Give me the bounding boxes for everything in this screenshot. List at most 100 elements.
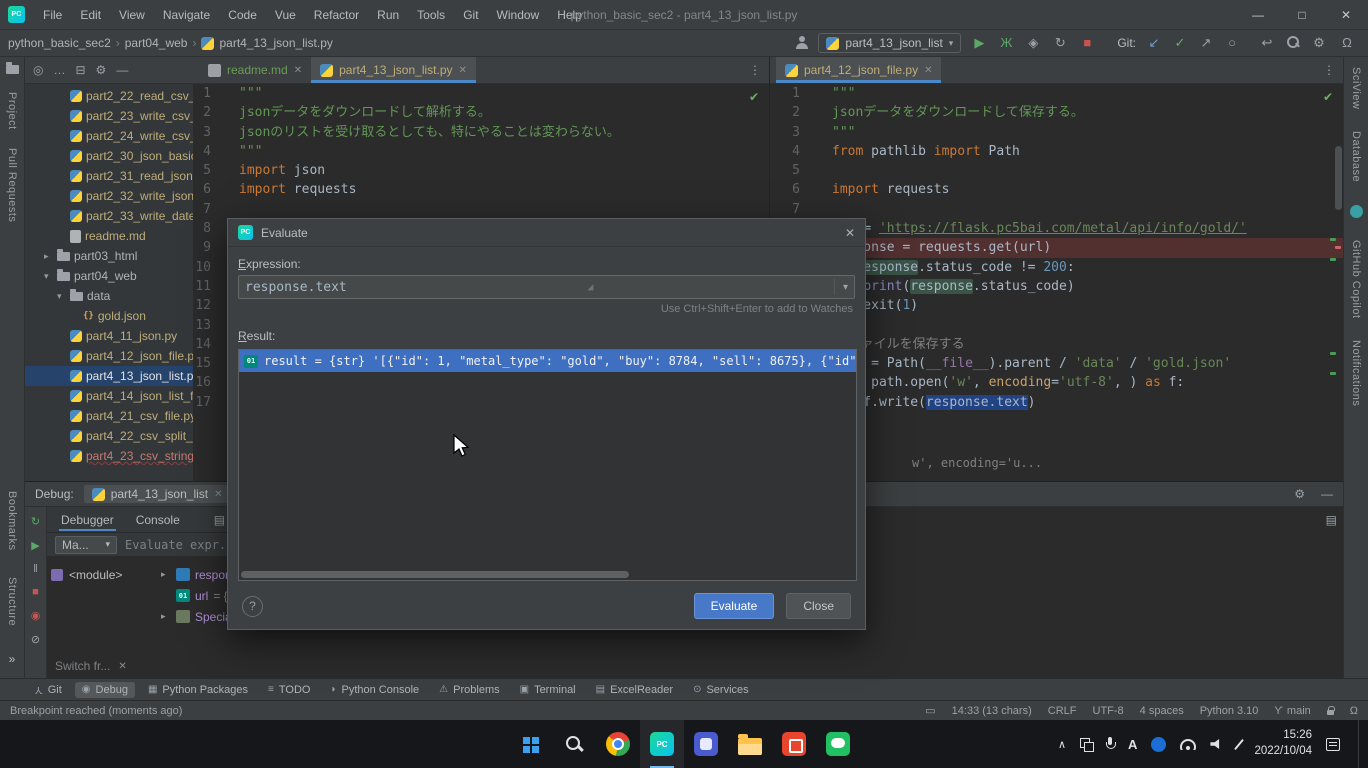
hide-panel-icon[interactable]: — [1321,487,1333,501]
editor-scrollbar[interactable] [1335,146,1342,210]
expression-input[interactable]: response.text ◢ ▾ [238,275,855,299]
tab-close-icon[interactable]: ✕ [924,65,932,76]
toolwindow-button-notifications[interactable]: Notifications [1350,340,1362,406]
mute-breakpoints-icon[interactable]: ⊘ [31,633,40,646]
expand-chevron-icon[interactable]: ▸ [161,611,171,622]
git-branch-widget[interactable]: ϒ main [1274,705,1310,717]
notifications-bell-icon[interactable]: Ω [1350,705,1358,717]
tab-close-icon[interactable]: ✕ [294,65,302,76]
settings-icon[interactable]: ⚙ [1310,35,1328,51]
tab-close-icon[interactable]: ✕ [459,65,467,76]
blue-app[interactable] [684,720,728,768]
system-icons-cluster[interactable] [1080,738,1092,750]
hidden-icons-chevron[interactable]: ∧ [1058,738,1066,751]
debug-session-tab[interactable]: part4_13_json_list ✕ [84,485,231,503]
toolwindow-git[interactable]: ϒGit [28,682,69,698]
taskbar-clock[interactable]: 15:26 2022/10/04 [1254,728,1312,759]
pause-icon[interactable]: ‖ [33,563,38,575]
tree-item-part2-33-write-datetime[interactable]: part2_33_write_datetime [25,206,193,226]
ci-status-icon[interactable]: ○ [1223,35,1241,51]
evaluate-expression-field[interactable]: Evaluate expr... [125,538,241,552]
editor-tab-part4-12-json-file-py[interactable]: part4_12_json_file.py✕ [776,57,941,83]
commit-icon[interactable]: ✓ [1171,35,1189,51]
toolwindow-button-bookmarks[interactable]: Bookmarks [6,491,18,551]
status-4-spaces[interactable]: 4 spaces [1140,705,1184,717]
memory-indicator-icon[interactable]: ▭ [925,704,935,717]
toolwindow-python-packages[interactable]: ▦Python Packages [141,682,255,698]
tree-item-part4-12-json-file-py[interactable]: part4_12_json_file.py [25,346,193,366]
tab-options-icon[interactable]: ⋮ [741,57,769,83]
tray-blue-app-icon[interactable] [1151,737,1166,752]
hide-panel-icon[interactable]: — [116,63,128,77]
profile-icon[interactable] [795,36,809,50]
tree-item-part2-32-write-json-py[interactable]: part2_32_write_json.py [25,186,193,206]
view-breakpoints-icon[interactable]: ◉ [31,609,41,622]
update-project-icon[interactable]: ↙ [1145,35,1163,51]
threads-select[interactable]: Ma... ▾ [55,536,117,554]
status-message[interactable]: Breakpoint reached (moments ago) [10,705,182,717]
start-button[interactable] [508,720,552,768]
result-tree[interactable]: 01 result = {str} '[{"id": 1, "metal_typ… [238,349,857,581]
toolwindow-todo[interactable]: ≡TODO [261,682,317,698]
tree-item-part4-14-json-list-file-p[interactable]: part4_14_json_list_file.p [25,386,193,406]
tree-item-part4-22-csv-split-lines[interactable]: part4_22_csv_split_lines [25,426,193,446]
more-icon[interactable]: … [53,63,65,77]
status-utf-8[interactable]: UTF-8 [1093,705,1124,717]
toolwindow-services[interactable]: ⊙Services [686,682,756,698]
microphone-icon[interactable] [1106,737,1114,751]
collapse-all-icon[interactable]: ⊟ [75,63,85,77]
layout-settings-icon[interactable]: ▤ [214,513,225,527]
rerun-icon[interactable]: ↻ [31,515,40,528]
toolwindow-python-console[interactable]: ◗Python Console [323,682,426,698]
tree-item-part4-11-json-py[interactable]: part4_11_json.py [25,326,193,346]
search-everywhere-icon[interactable] [1286,35,1300,49]
menu-git[interactable]: Git [455,4,486,26]
pycharm-app[interactable]: PC [640,720,684,768]
tree-item-part04-web[interactable]: ▾part04_web [25,266,193,286]
tree-item-part4-23-csv-string-io-p[interactable]: part4_23_csv_string_io.p [25,446,193,466]
resume-icon[interactable]: ▶ [31,539,39,552]
status-crlf[interactable]: CRLF [1048,705,1077,717]
status-14-33-13-chars-[interactable]: 14:33 (13 chars) [952,705,1032,717]
wifi-icon[interactable] [1180,739,1196,750]
menu-edit[interactable]: Edit [72,4,109,26]
dialog-close-icon[interactable]: ✕ [845,226,855,240]
editor-tab-readme-md[interactable]: readme.md✕ [199,57,311,83]
menu-vue[interactable]: Vue [267,4,304,26]
volume-icon[interactable] [1210,738,1224,750]
stop-icon[interactable]: ■ [1078,35,1096,51]
tree-item-part2-23-write-csv-list-p[interactable]: part2_23_write_csv_list.p [25,106,193,126]
debug-tab-console[interactable]: Console [134,509,182,531]
menu-navigate[interactable]: Navigate [155,4,218,26]
close-button[interactable]: Close [786,593,851,619]
show-desktop-button[interactable] [1358,720,1362,768]
code-area-right[interactable]: """jsonデータをダウンロードして保存する。"""from pathlib … [814,84,1343,481]
inspections-ok-icon[interactable]: ✔ [749,90,759,104]
toolwindow-button-sciview[interactable]: SciView [1350,67,1362,109]
toolwindow-terminal[interactable]: ▣Terminal [513,682,583,698]
tab-options-icon[interactable]: ⋮ [1315,57,1343,83]
notifications-icon[interactable]: Ω [1338,35,1356,51]
dialog-title-bar[interactable]: PC Evaluate ✕ [228,219,865,247]
settings-icon[interactable]: ⚙ [1294,487,1305,501]
restore-layout-icon[interactable]: ▤ [1326,513,1337,527]
expand-icon[interactable]: ◢ [587,282,593,293]
pen-icon[interactable] [1234,738,1244,749]
maximize-button[interactable]: □ [1280,0,1324,29]
editor-tab-part4-13-json-list-py[interactable]: part4_13_json_list.py✕ [311,57,476,83]
settings-icon[interactable]: ⚙ [96,63,107,77]
tree-item-part2-24-write-csv-dict[interactable]: part2_24_write_csv_dict [25,126,193,146]
tree-item-data[interactable]: ▾data [25,286,193,306]
toolwindow-button-pull-requests[interactable]: Pull Requests [6,148,18,222]
help-button[interactable]: ? [242,596,263,617]
undo-icon[interactable]: ↩ [1258,35,1276,51]
menu-window[interactable]: Window [489,4,548,26]
expand-chevron-icon[interactable]: ▸ [161,569,171,580]
debug-bug-icon[interactable]: Ж [997,35,1015,51]
close-hint-icon[interactable]: ✕ [118,661,126,672]
horizontal-scrollbar[interactable] [241,571,629,578]
combo-dropdown-icon[interactable]: ▾ [834,279,848,295]
stop-icon[interactable]: ■ [32,586,39,598]
breadcrumb-item[interactable]: part04_web [125,36,188,50]
green-app[interactable] [816,720,860,768]
